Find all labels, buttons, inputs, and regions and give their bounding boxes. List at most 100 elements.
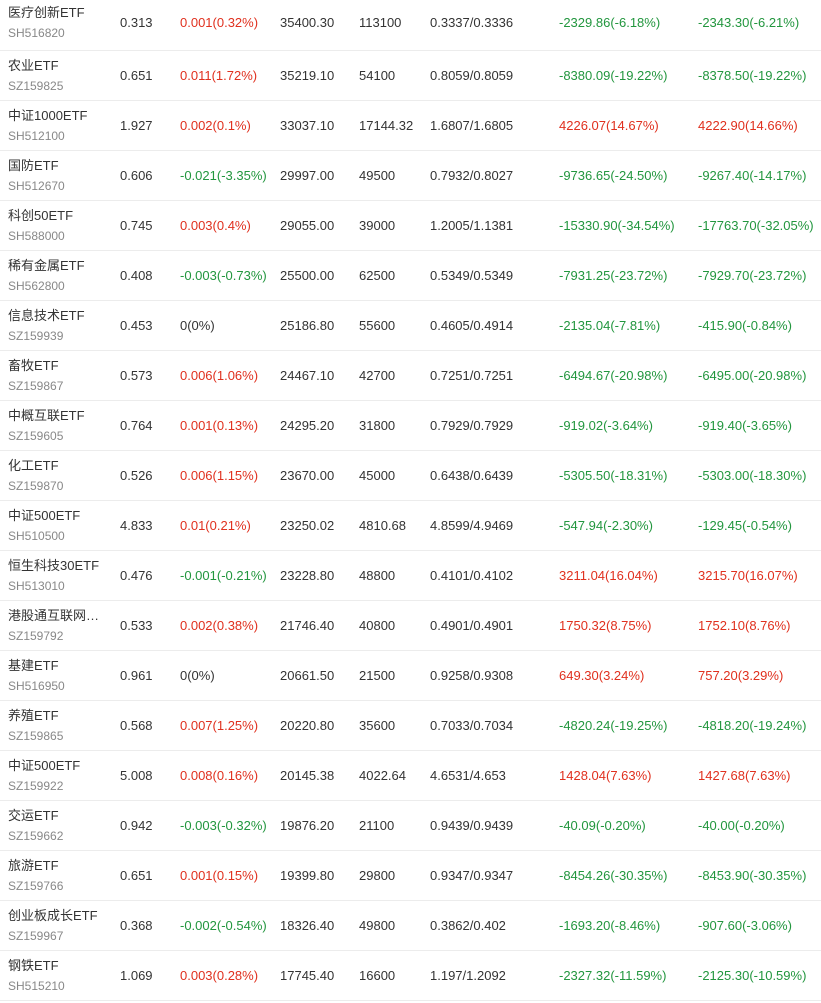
profit-loss-alt: -4818.20(-19.24%) bbox=[698, 718, 807, 733]
fund-cell[interactable]: 钢铁ETF SH515210 bbox=[8, 957, 108, 994]
holding-quantity: 45000 bbox=[359, 468, 396, 483]
price-change: 0.001(0.32%) bbox=[180, 15, 259, 30]
holding-row[interactable]: 科创50ETF SH588000 0.745 0.003(0.4%) 29055… bbox=[0, 201, 821, 251]
current-price: 5.008 bbox=[120, 768, 153, 783]
fund-code: SZ159662 bbox=[8, 829, 64, 843]
fund-name[interactable]: 港股通互联网ETF bbox=[8, 607, 101, 624]
holding-row[interactable]: 港股通互联网ETF SZ159792 0.533 0.002(0.38%) 21… bbox=[0, 601, 821, 651]
price-change: 0.003(0.28%) bbox=[180, 968, 259, 983]
profit-loss: 1750.32(8.75%) bbox=[559, 618, 652, 633]
market-value: 25500.00 bbox=[280, 268, 335, 283]
fund-name[interactable]: 中证1000ETF bbox=[8, 107, 101, 124]
profit-loss: -8380.09(-19.22%) bbox=[559, 68, 668, 83]
fund-cell[interactable]: 化工ETF SZ159870 bbox=[8, 457, 108, 494]
holding-quantity: 54100 bbox=[359, 68, 396, 83]
cost-price: 4.6531/4.653 bbox=[430, 768, 506, 783]
holding-row[interactable]: 中概互联ETF SZ159605 0.764 0.001(0.13%) 2429… bbox=[0, 401, 821, 451]
holding-row[interactable]: 医疗创新ETF SH516820 0.313 0.001(0.32%) 3540… bbox=[0, 0, 821, 51]
fund-name[interactable]: 医疗创新ETF bbox=[8, 4, 101, 21]
holding-row[interactable]: 农业ETF SZ159825 0.651 0.011(1.72%) 35219.… bbox=[0, 51, 821, 101]
holding-row[interactable]: 中证1000ETF SH512100 1.927 0.002(0.1%) 330… bbox=[0, 101, 821, 151]
current-price: 0.961 bbox=[120, 668, 153, 683]
holding-row[interactable]: 旅游ETF SZ159766 0.651 0.001(0.15%) 19399.… bbox=[0, 851, 821, 901]
market-value: 24467.10 bbox=[280, 368, 335, 383]
fund-cell[interactable]: 恒生科技30ETF SH513010 bbox=[8, 557, 108, 594]
holding-row[interactable]: 信息技术ETF SZ159939 0.453 0(0%) 25186.80 55… bbox=[0, 301, 821, 351]
fund-cell[interactable]: 创业板成长ETF SZ159967 bbox=[8, 907, 108, 944]
fund-name[interactable]: 钢铁ETF bbox=[8, 957, 101, 974]
fund-name[interactable]: 中证500ETF bbox=[8, 507, 101, 524]
fund-cell[interactable]: 国防ETF SH512670 bbox=[8, 157, 108, 194]
profit-loss: -2135.04(-7.81%) bbox=[559, 318, 661, 333]
profit-loss-alt: -17763.70(-32.05%) bbox=[698, 218, 814, 233]
holding-quantity: 42700 bbox=[359, 368, 396, 383]
profit-loss: 1428.04(7.63%) bbox=[559, 768, 652, 783]
fund-cell[interactable]: 中证500ETF SZ159922 bbox=[8, 757, 108, 794]
holding-row[interactable]: 钢铁ETF SH515210 1.069 0.003(0.28%) 17745.… bbox=[0, 951, 821, 1001]
profit-loss: -1693.20(-8.46%) bbox=[559, 918, 661, 933]
market-value: 18326.40 bbox=[280, 918, 335, 933]
price-change: -0.002(-0.54%) bbox=[180, 918, 267, 933]
current-price: 0.568 bbox=[120, 718, 153, 733]
fund-cell[interactable]: 畜牧ETF SZ159867 bbox=[8, 357, 108, 394]
fund-name[interactable]: 科创50ETF bbox=[8, 207, 101, 224]
market-value: 20220.80 bbox=[280, 718, 335, 733]
holding-row[interactable]: 化工ETF SZ159870 0.526 0.006(1.15%) 23670.… bbox=[0, 451, 821, 501]
fund-cell[interactable]: 旅游ETF SZ159766 bbox=[8, 857, 108, 894]
fund-cell[interactable]: 港股通互联网ETF SZ159792 bbox=[8, 607, 108, 644]
price-change: 0.006(1.06%) bbox=[180, 368, 259, 383]
fund-name[interactable]: 创业板成长ETF bbox=[8, 907, 101, 924]
fund-cell[interactable]: 科创50ETF SH588000 bbox=[8, 207, 108, 244]
fund-name[interactable]: 信息技术ETF bbox=[8, 307, 101, 324]
fund-name[interactable]: 稀有金属ETF bbox=[8, 257, 101, 274]
holding-row[interactable]: 国防ETF SH512670 0.606 -0.021(-3.35%) 2999… bbox=[0, 151, 821, 201]
fund-cell[interactable]: 稀有金属ETF SH562800 bbox=[8, 257, 108, 294]
fund-name[interactable]: 化工ETF bbox=[8, 457, 101, 474]
fund-cell[interactable]: 农业ETF SZ159825 bbox=[8, 57, 108, 94]
fund-name[interactable]: 交运ETF bbox=[8, 807, 101, 824]
market-value: 19399.80 bbox=[280, 868, 335, 883]
current-price: 4.833 bbox=[120, 518, 153, 533]
fund-cell[interactable]: 中概互联ETF SZ159605 bbox=[8, 407, 108, 444]
fund-name[interactable]: 畜牧ETF bbox=[8, 357, 101, 374]
cost-price: 0.7033/0.7034 bbox=[430, 718, 514, 733]
fund-cell[interactable]: 养殖ETF SZ159865 bbox=[8, 707, 108, 744]
holding-row[interactable]: 交运ETF SZ159662 0.942 -0.003(-0.32%) 1987… bbox=[0, 801, 821, 851]
price-change: 0.011(1.72%) bbox=[180, 68, 258, 83]
fund-code: SH515210 bbox=[8, 979, 65, 993]
holding-row[interactable]: 稀有金属ETF SH562800 0.408 -0.003(-0.73%) 25… bbox=[0, 251, 821, 301]
fund-name[interactable]: 旅游ETF bbox=[8, 857, 101, 874]
fund-cell[interactable]: 中证1000ETF SH512100 bbox=[8, 107, 108, 144]
fund-name[interactable]: 恒生科技30ETF bbox=[8, 557, 101, 574]
fund-name[interactable]: 农业ETF bbox=[8, 57, 101, 74]
holding-row[interactable]: 基建ETF SH516950 0.961 0(0%) 20661.50 2150… bbox=[0, 651, 821, 701]
holding-row[interactable]: 畜牧ETF SZ159867 0.573 0.006(1.06%) 24467.… bbox=[0, 351, 821, 401]
fund-cell[interactable]: 医疗创新ETF SH516820 bbox=[8, 4, 108, 41]
fund-cell[interactable]: 基建ETF SH516950 bbox=[8, 657, 108, 694]
holding-quantity: 55600 bbox=[359, 318, 396, 333]
fund-code: SZ159605 bbox=[8, 429, 64, 443]
holding-row[interactable]: 中证500ETF SZ159922 5.008 0.008(0.16%) 201… bbox=[0, 751, 821, 801]
current-price: 0.453 bbox=[120, 318, 153, 333]
fund-name[interactable]: 养殖ETF bbox=[8, 707, 101, 724]
fund-cell[interactable]: 中证500ETF SH510500 bbox=[8, 507, 108, 544]
fund-cell[interactable]: 交运ETF SZ159662 bbox=[8, 807, 108, 844]
holding-row[interactable]: 恒生科技30ETF SH513010 0.476 -0.001(-0.21%) … bbox=[0, 551, 821, 601]
holding-row[interactable]: 中证500ETF SH510500 4.833 0.01(0.21%) 2325… bbox=[0, 501, 821, 551]
cost-price: 0.8059/0.8059 bbox=[430, 68, 514, 83]
fund-code: SH588000 bbox=[8, 229, 65, 243]
holding-quantity: 4022.64 bbox=[359, 768, 406, 783]
holding-quantity: 35600 bbox=[359, 718, 396, 733]
fund-cell[interactable]: 信息技术ETF SZ159939 bbox=[8, 307, 108, 344]
price-change: -0.003(-0.73%) bbox=[180, 268, 267, 283]
fund-name[interactable]: 基建ETF bbox=[8, 657, 101, 674]
holding-row[interactable]: 创业板成长ETF SZ159967 0.368 -0.002(-0.54%) 1… bbox=[0, 901, 821, 951]
fund-name[interactable]: 国防ETF bbox=[8, 157, 101, 174]
fund-code: SH510500 bbox=[8, 529, 65, 543]
profit-loss-alt: 757.20(3.29%) bbox=[698, 668, 784, 683]
fund-name[interactable]: 中概互联ETF bbox=[8, 407, 101, 424]
holding-row[interactable]: 养殖ETF SZ159865 0.568 0.007(1.25%) 20220.… bbox=[0, 701, 821, 751]
profit-loss: -9736.65(-24.50%) bbox=[559, 168, 668, 183]
fund-name[interactable]: 中证500ETF bbox=[8, 757, 101, 774]
market-value: 35219.10 bbox=[280, 68, 335, 83]
